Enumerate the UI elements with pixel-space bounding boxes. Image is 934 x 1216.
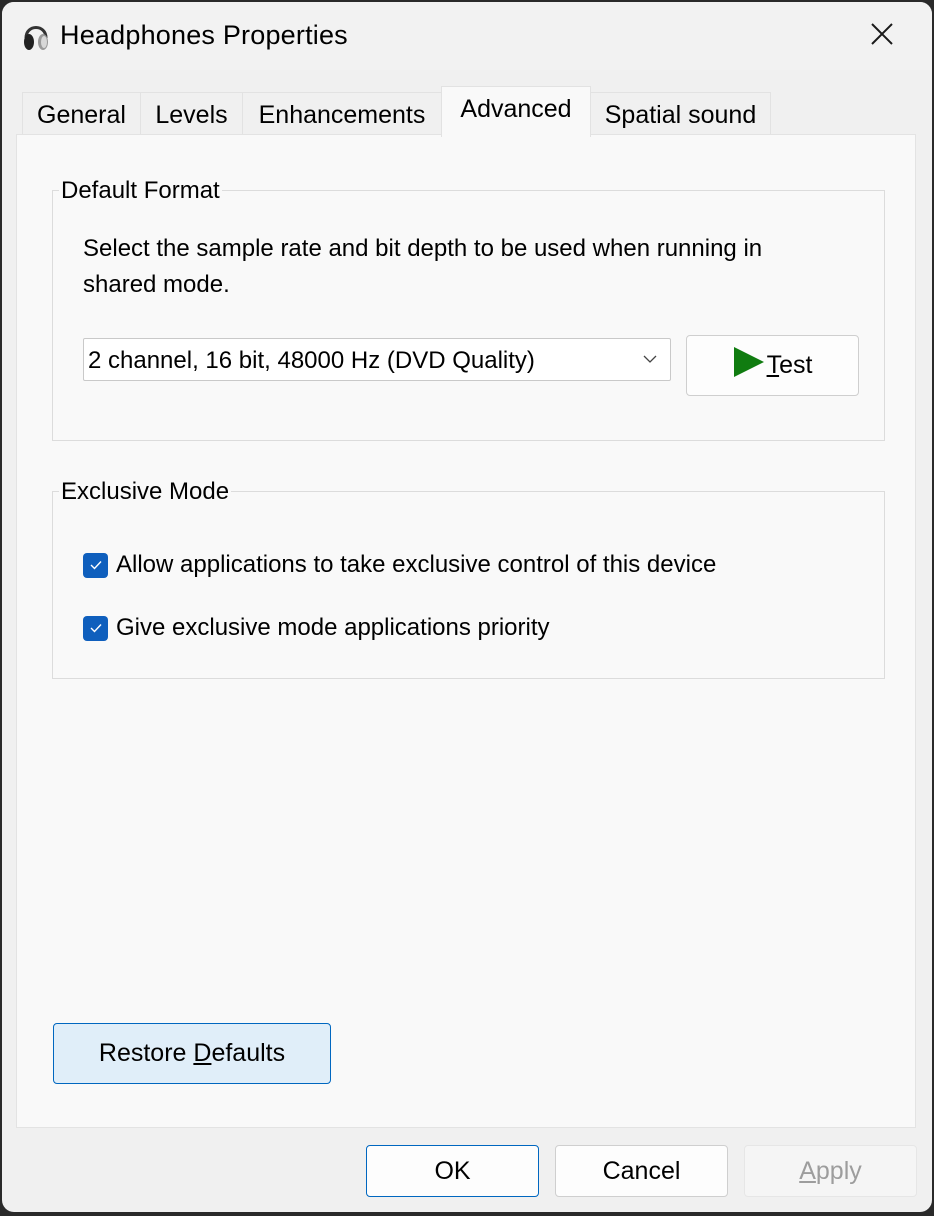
tab-general[interactable]: General [22,92,141,136]
test-button-label: Test [766,351,813,379]
tab-label: Levels [155,101,228,129]
exclusive-mode-group [52,491,885,679]
checkbox-checked-icon[interactable] [83,552,108,578]
cancel-label: Cancel [602,1156,681,1185]
test-button[interactable]: Test [686,335,859,396]
cancel-button[interactable]: Cancel [555,1145,728,1197]
close-icon [871,22,893,50]
restore-defaults-button[interactable]: Restore Defaults [53,1023,331,1084]
chevron-down-icon [642,351,658,372]
tab-spatial-sound[interactable]: Spatial sound [590,92,771,136]
close-button[interactable] [862,16,902,56]
allow-exclusive-label: Allow applications to take exclusive con… [116,551,717,578]
description-line: Select the sample rate and bit depth to … [83,235,763,262]
tab-label: Enhancements [258,101,426,129]
ok-button[interactable]: OK [366,1145,539,1197]
tab-enhancements[interactable]: Enhancements [242,92,442,136]
apply-button[interactable]: Apply [744,1145,917,1197]
checkbox-checked-icon[interactable] [83,615,108,641]
properties-window: Headphones Properties General Levels Enh… [2,2,932,1212]
restore-defaults-label: Restore Defaults [98,1039,286,1067]
exclusive-priority-label: Give exclusive mode applications priorit… [116,614,550,641]
tab-label: General [37,101,126,129]
tab-label: Spatial sound [604,101,757,129]
advanced-panel: Default Format Select the sample rate an… [16,134,916,1128]
window-title: Headphones Properties [60,20,348,50]
title-bar: Headphones Properties [2,2,932,70]
headphones-icon [22,18,50,52]
exclusive-mode-label: Exclusive Mode [59,478,232,506]
format-select-value: 2 channel, 16 bit, 48000 Hz (DVD Quality… [88,347,535,374]
tab-levels[interactable]: Levels [140,92,243,136]
allow-exclusive-checkbox[interactable]: Allow applications to take exclusive con… [83,551,716,579]
format-select[interactable]: 2 channel, 16 bit, 48000 Hz (DVD Quality… [83,338,671,381]
tab-label: Advanced [460,95,572,123]
play-icon [733,346,765,385]
apply-label: Apply [799,1156,862,1185]
description-line: shared mode. [83,271,230,298]
default-format-label: Default Format [59,177,222,205]
default-format-group [52,190,885,441]
tab-advanced[interactable]: Advanced [441,86,591,137]
ok-label: OK [434,1156,471,1185]
default-format-description: Select the sample rate and bit depth to … [83,231,762,303]
exclusive-priority-checkbox[interactable]: Give exclusive mode applications priorit… [83,614,550,642]
